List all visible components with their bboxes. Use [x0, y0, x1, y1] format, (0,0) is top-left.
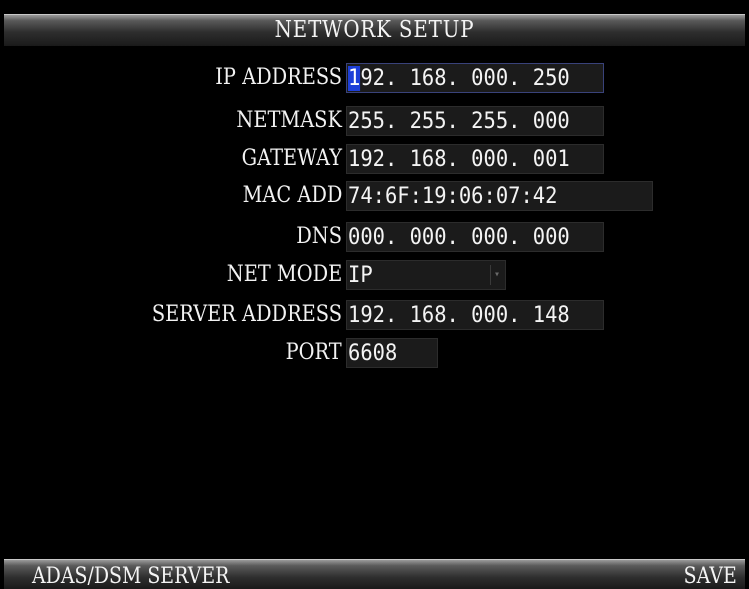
mac-address-label: MAC ADD [242, 183, 342, 208]
netmask-label: NETMASK [236, 108, 342, 133]
ip-address-row: IP ADDRESS 192. 168. 000. 250 [4, 63, 745, 93]
mac-address-field[interactable]: 74:6F:19:06:07:42 [346, 181, 653, 211]
netmask-row: NETMASK 255. 255. 255. 000 [4, 106, 745, 136]
port-field[interactable]: 6608 [346, 338, 438, 368]
settings-panel: IP ADDRESS 192. 168. 000. 250 NETMASK 25… [4, 46, 745, 559]
text-cursor: 1 [348, 66, 361, 91]
netmask-value: 255. 255. 255. 000 [348, 109, 570, 134]
footer-bar: ADAS/DSM SERVER SAVE [4, 559, 745, 589]
net-mode-value: IP [348, 263, 373, 288]
dns-field[interactable]: 000. 000. 000. 000 [346, 222, 604, 252]
port-row: PORT 6608 [4, 338, 745, 368]
page-title: NETWORK SETUP [274, 17, 475, 43]
netmask-field[interactable]: 255. 255. 255. 000 [346, 106, 604, 136]
dns-row: DNS 000. 000. 000. 000 [4, 222, 745, 252]
mac-address-row: MAC ADD 74:6F:19:06:07:42 [4, 181, 745, 211]
dropdown-arrow-icon[interactable]: ▾ [490, 265, 503, 285]
port-value: 6608 [348, 341, 398, 366]
server-address-field[interactable]: 192. 168. 000. 148 [346, 300, 604, 330]
title-bar: NETWORK SETUP [4, 14, 745, 46]
net-mode-label: NET MODE [226, 262, 343, 287]
server-address-label: SERVER ADDRESS [151, 302, 342, 327]
port-label: PORT [285, 340, 342, 365]
adas-dsm-server-button[interactable]: ADAS/DSM SERVER [32, 564, 229, 589]
mac-address-value: 74:6F:19:06:07:42 [348, 184, 558, 209]
ip-address-label: IP ADDRESS [215, 65, 342, 90]
gateway-field[interactable]: 192. 168. 000. 001 [346, 144, 604, 174]
gateway-value: 192. 168. 000. 001 [348, 147, 570, 172]
network-setup-screen: NETWORK SETUP IP ADDRESS 192. 168. 000. … [0, 0, 749, 589]
server-address-value: 192. 168. 000. 148 [348, 303, 570, 328]
gateway-label: GATEWAY [241, 146, 342, 171]
gateway-row: GATEWAY 192. 168. 000. 001 [4, 144, 745, 174]
ip-address-field[interactable]: 192. 168. 000. 250 [346, 63, 604, 93]
dns-value: 000. 000. 000. 000 [348, 225, 570, 250]
net-mode-select[interactable]: IP ▾ [346, 260, 506, 290]
save-button[interactable]: SAVE [684, 564, 737, 589]
dns-label: DNS [296, 224, 342, 249]
server-address-row: SERVER ADDRESS 192. 168. 000. 148 [4, 300, 745, 330]
net-mode-row: NET MODE IP ▾ [4, 260, 745, 290]
ip-address-value: 92. 168. 000. 250 [360, 66, 570, 91]
